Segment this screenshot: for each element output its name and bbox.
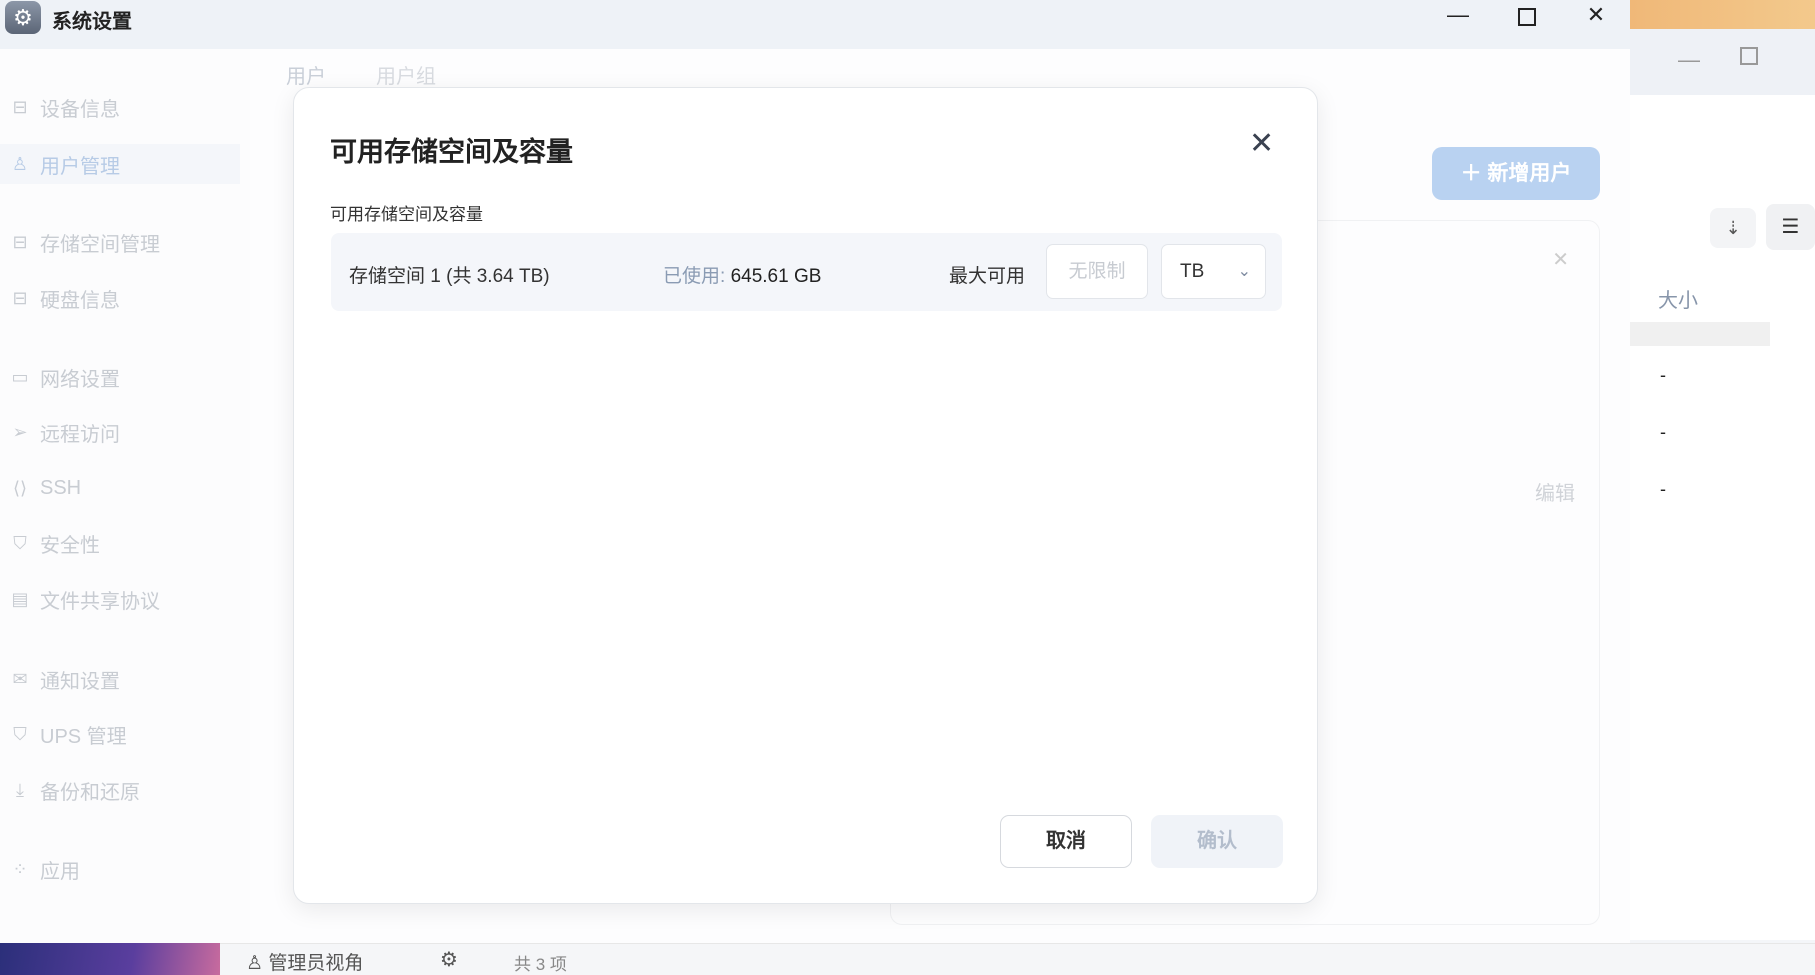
code-icon: ⟨⟩ bbox=[12, 477, 28, 498]
mail-icon: ✉ bbox=[12, 668, 28, 689]
admin-view-label: 管理员视角 bbox=[268, 953, 364, 974]
sidebar-item[interactable]: ⛉ UPS 管理 bbox=[0, 714, 240, 754]
unit-select[interactable]: TB ⌄ bbox=[1161, 244, 1266, 299]
used-label: 已使用: bbox=[663, 266, 726, 287]
background-window-header bbox=[1630, 0, 1815, 29]
sidebar-item[interactable]: ⟨⟩ SSH bbox=[0, 468, 240, 508]
max-capacity-input[interactable]: 无限制 bbox=[1046, 244, 1148, 299]
send-icon: ➢ bbox=[12, 421, 28, 442]
max-available-label: 最大可用 bbox=[949, 266, 1026, 287]
sidebar-item[interactable]: ♙ 用户管理 bbox=[0, 144, 240, 184]
sidebar-item-label: 网络设置 bbox=[40, 368, 120, 391]
sidebar-item-label: 文件共享协议 bbox=[40, 590, 160, 613]
used-value: 645.61 GB bbox=[730, 266, 822, 287]
sidebar-item-label: 应用 bbox=[40, 860, 80, 883]
chevron-down-icon: ⌄ bbox=[1237, 263, 1251, 280]
storage-capacity-dialog: 可用存储空间及容量 ✕ 可用存储空间及容量 存储空间 1 (共 3.64 TB)… bbox=[293, 87, 1318, 904]
users-icon: ♙ bbox=[11, 153, 29, 174]
item-count: 共 3 项 bbox=[514, 955, 567, 974]
sidebar-item[interactable]: ⊟ 硬盘信息 bbox=[0, 278, 240, 318]
gear-icon: ⚙ bbox=[5, 1, 41, 34]
sidebar-item-label: 用户管理 bbox=[40, 155, 120, 178]
sort-button[interactable]: ⇣ bbox=[1710, 208, 1756, 248]
list-view-button[interactable]: ☰ bbox=[1766, 204, 1815, 250]
sidebar-item-label: 设备信息 bbox=[40, 98, 120, 121]
sidebar-item[interactable]: ⛉ 安全性 bbox=[0, 523, 240, 563]
shield-check-icon: ⛉ bbox=[13, 532, 27, 553]
sidebar-item[interactable]: ✉ 通知设置 bbox=[0, 659, 240, 699]
storage-icon: ⊟ bbox=[12, 231, 28, 252]
confirm-button[interactable]: 确认 bbox=[1151, 815, 1283, 868]
sidebar-item-label: 硬盘信息 bbox=[40, 289, 120, 312]
settings-icon[interactable]: ⚙ bbox=[440, 947, 458, 972]
document-icon: ▤ bbox=[11, 588, 29, 609]
size-column-header[interactable]: 大小 bbox=[1658, 284, 1698, 313]
tab-users[interactable]: 用户 bbox=[286, 60, 326, 89]
add-user-button[interactable]: ＋ 新增用户 bbox=[1432, 147, 1600, 200]
sidebar: ⊟ 设备信息 ♙ 用户管理 ⊟ 存储空间管理 ⊟ 硬盘信息 ▭ 网络设置 ➢ 远程访问 ⟨⟩ SSH ⛉ 安全… bbox=[0, 49, 250, 943]
close-window-button[interactable]: ✕ bbox=[1576, 2, 1616, 28]
title-bar: ⚙ 系统设置 — ✕ bbox=[0, 0, 1630, 49]
maximize-button[interactable] bbox=[1518, 8, 1536, 26]
minimize-icon[interactable]: — bbox=[1678, 47, 1700, 73]
shield-icon: ⛉ bbox=[13, 723, 27, 744]
close-dialog-icon[interactable]: ✕ bbox=[1249, 126, 1274, 161]
sidebar-item-label: 安全性 bbox=[40, 534, 100, 557]
apps-icon: ⁘ bbox=[12, 858, 28, 879]
sidebar-item-label: 通知设置 bbox=[40, 670, 120, 693]
download-icon: ⤓ bbox=[16, 779, 24, 800]
sidebar-item-label: UPS 管理 bbox=[40, 725, 127, 748]
add-user-label: 新增用户 bbox=[1487, 162, 1572, 185]
sidebar-item-label: SSH bbox=[40, 476, 82, 499]
dialog-subtitle: 可用存储空间及容量 bbox=[330, 205, 483, 224]
selected-row bbox=[1630, 322, 1770, 346]
background-window-titlebar: — bbox=[1630, 29, 1815, 95]
sidebar-item[interactable]: ⤓ 备份和还原 bbox=[0, 770, 240, 810]
admin-view[interactable]: ♙ 管理员视角 bbox=[246, 948, 363, 975]
sidebar-item[interactable]: ⊟ 存储空间管理 bbox=[0, 222, 240, 262]
background-window: — ⇣ ☰ 大小 - - - bbox=[1630, 0, 1815, 940]
dialog-title: 可用存储空间及容量 bbox=[330, 137, 573, 167]
unit-value: TB bbox=[1180, 261, 1205, 282]
edit-button[interactable]: 编辑 bbox=[1535, 477, 1575, 506]
sidebar-item[interactable]: ⊟ 设备信息 bbox=[0, 87, 240, 127]
maximize-icon[interactable] bbox=[1740, 47, 1758, 65]
sidebar-item[interactable]: ▭ 网络设置 bbox=[0, 357, 240, 397]
cancel-button[interactable]: 取消 bbox=[1000, 815, 1132, 868]
sidebar-item-label: 远程访问 bbox=[40, 423, 120, 446]
tab-user-groups[interactable]: 用户组 bbox=[376, 60, 436, 89]
size-cell: - bbox=[1660, 365, 1666, 385]
size-cell: - bbox=[1660, 479, 1666, 499]
taskbar-wallpaper bbox=[0, 943, 220, 975]
user-icon: ♙ bbox=[246, 953, 264, 974]
drive-icon: ⊟ bbox=[12, 96, 28, 117]
minimize-button[interactable]: — bbox=[1438, 2, 1478, 28]
sidebar-item-label: 存储空间管理 bbox=[40, 233, 160, 256]
network-icon: ▭ bbox=[11, 366, 29, 387]
close-icon[interactable]: ✕ bbox=[1552, 247, 1569, 272]
status-bar: ♙ 管理员视角 ⚙ 共 3 项 bbox=[220, 943, 1815, 975]
disk-icon: ⊟ bbox=[12, 287, 28, 308]
storage-used: 已使用: 645.61 GB bbox=[663, 261, 821, 288]
sidebar-item[interactable]: ➢ 远程访问 bbox=[0, 412, 240, 452]
sidebar-item-label: 备份和还原 bbox=[40, 781, 140, 804]
sidebar-item[interactable]: ▤ 文件共享协议 bbox=[0, 579, 240, 619]
window-title: 系统设置 bbox=[52, 11, 132, 33]
size-cell: - bbox=[1660, 422, 1666, 442]
storage-row: 存储空间 1 (共 3.64 TB) 已使用: 645.61 GB 最大可用 无… bbox=[331, 233, 1282, 311]
sidebar-item[interactable]: ⁘ 应用 bbox=[0, 849, 240, 889]
storage-name: 存储空间 1 (共 3.64 TB) bbox=[349, 266, 550, 287]
